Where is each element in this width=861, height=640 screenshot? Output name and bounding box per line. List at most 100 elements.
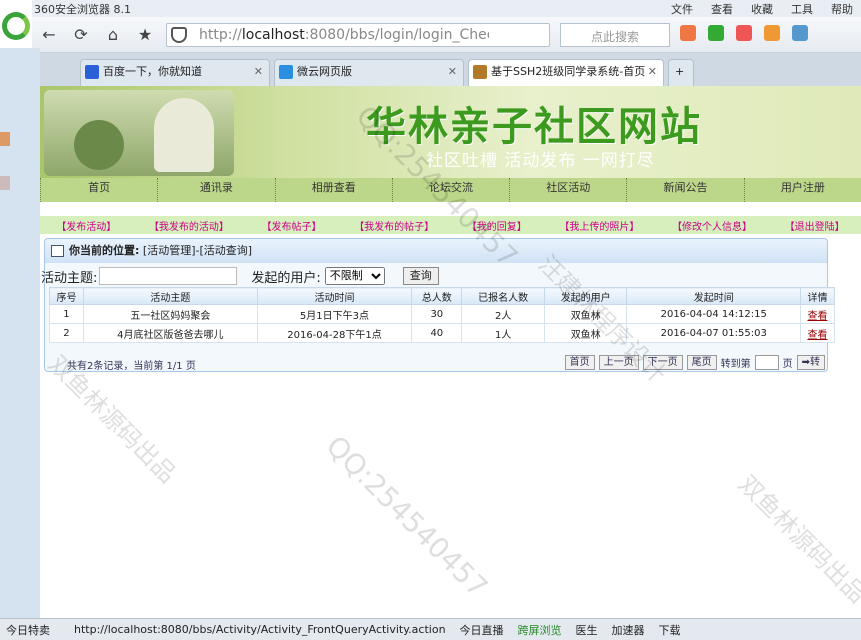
menu-contacts[interactable]: 通讯录	[157, 178, 274, 202]
table-cell: 查看	[799, 304, 836, 324]
column-header: 发起时间	[626, 287, 801, 305]
activity-query-panel: 你当前的位置: [活动管理]-[活动查询] 活动主题: 发起的用户: 不限制 查…	[41, 238, 836, 374]
link-my-threads[interactable]: 【我发布的帖子】	[354, 218, 434, 233]
sidebar-item[interactable]	[0, 176, 10, 190]
menu-view[interactable]: 查看	[711, 1, 733, 17]
tab-baidu[interactable]: 百度一下，你就知道 ✕	[80, 59, 270, 86]
table-cell: 双鱼林	[543, 304, 628, 324]
query-button[interactable]: 查询	[402, 267, 439, 285]
apps-icon[interactable]	[680, 25, 696, 41]
close-icon[interactable]: ✕	[448, 60, 457, 84]
user-label: 发起的用户:	[251, 270, 321, 286]
menu-activities[interactable]: 社区活动	[509, 178, 626, 202]
prev-page-button[interactable]: 上一页	[598, 355, 639, 370]
view-details-link[interactable]: 查看	[807, 311, 827, 322]
star-icon[interactable]: ★	[132, 23, 158, 47]
menu-help[interactable]: 帮助	[831, 1, 853, 17]
column-header: 详情	[799, 287, 836, 305]
status-cross-screen[interactable]: 跨屏浏览	[518, 622, 562, 638]
column-header: 活动时间	[256, 287, 413, 305]
home-icon[interactable]: ⌂	[100, 23, 126, 47]
status-deals[interactable]: 今日特卖	[6, 622, 50, 638]
page-info: 共有2条记录，当前第 1/1 页	[67, 361, 196, 372]
browser-logo-icon	[0, 0, 32, 48]
link-logout[interactable]: 【退出登陆】	[785, 218, 845, 233]
browser-title-bar: 360安全浏览器 8.1 文件 查看 收藏 工具 帮助	[0, 0, 861, 17]
table-cell: 查看	[799, 323, 836, 343]
topic-input[interactable]	[99, 267, 238, 285]
topic-label: 活动主题:	[41, 270, 98, 286]
close-icon[interactable]: ✕	[254, 60, 263, 84]
link-my-photos[interactable]: 【我上传的照片】	[559, 218, 639, 233]
table-cell: 1人	[461, 323, 545, 343]
link-edit-profile[interactable]: 【修改个人信息】	[672, 218, 752, 233]
back-icon[interactable]: ←	[36, 23, 62, 47]
tab-label: 基于SSH2班级同学录系统-首页	[491, 65, 646, 78]
browser-toolbar: ← ⟳ ⌂ ★ http://localhost:8080/bbs/login/…	[0, 17, 861, 53]
pagination: 共有2条记录，当前第 1/1 页 首页 上一页 下一页 尾页 转到第 页 ➡转	[59, 354, 829, 374]
table-cell: 40	[411, 323, 463, 343]
menu-home[interactable]: 首页	[40, 178, 157, 202]
table-body: 1 五一社区妈妈聚会 5月1日下午3点 30 2人 双鱼林 2016-04-04 14:12…	[49, 304, 836, 343]
status-accelerator[interactable]: 加速器	[612, 622, 645, 638]
tab-weiyun[interactable]: 微云网页版 ✕	[274, 59, 464, 86]
table-cell: 5月1日下午3点	[256, 304, 413, 324]
menu-favorites[interactable]: 收藏	[751, 1, 773, 17]
search-box[interactable]: 点此搜索	[560, 23, 670, 47]
goto-button[interactable]: ➡转	[796, 355, 825, 370]
pdf-icon[interactable]	[736, 25, 752, 41]
next-page-button[interactable]: 下一页	[642, 355, 683, 370]
site-banner: 华林亲子社区网站 社区吐槽 活动发布 一网打尽	[40, 86, 861, 178]
column-header: 活动主题	[82, 287, 258, 305]
table-cell: 4月底社区版爸爸去哪儿	[82, 323, 258, 343]
menu-albums[interactable]: 相册查看	[274, 178, 392, 202]
menu-file[interactable]: 文件	[671, 1, 693, 17]
menu-tools[interactable]: 工具	[791, 1, 813, 17]
table-cell: 30	[411, 304, 463, 324]
table-cell: 1	[49, 304, 84, 324]
security-icon[interactable]	[708, 25, 724, 41]
search-placeholder: 点此搜索	[591, 30, 640, 44]
menu-news[interactable]: 新闻公告	[626, 178, 743, 202]
page-number-input[interactable]	[754, 355, 779, 370]
table-cell: 双鱼林	[543, 323, 628, 343]
status-live[interactable]: 今日直播	[460, 622, 504, 638]
address-bar[interactable]: http://localhost:8080/bbs/login/login_Ch…	[166, 23, 550, 47]
tab-bar: 百度一下，你就知道 ✕ 微云网页版 ✕ 基于SSH2班级同学录系统-首页 ✕ +	[32, 53, 861, 86]
status-download[interactable]: 下载	[659, 622, 681, 638]
banner-illustration	[44, 90, 234, 176]
web-page: 华林亲子社区网站 社区吐槽 活动发布 一网打尽 首页 通讯录 相册查看 论坛交流…	[40, 86, 861, 618]
user-select[interactable]: 不限制	[324, 267, 385, 285]
status-doctor[interactable]: 医生	[576, 622, 598, 638]
new-tab-button[interactable]: +	[668, 59, 694, 86]
browser-title: 360安全浏览器 8.1	[34, 3, 131, 16]
column-header: 总人数	[411, 287, 463, 305]
extension-icon[interactable]	[792, 25, 808, 41]
site-slogan: 社区吐槽 活动发布 一网打尽	[426, 151, 655, 171]
menu-register[interactable]: 用户注册	[743, 178, 861, 202]
column-header: 发起的用户	[543, 287, 628, 305]
close-icon[interactable]: ✕	[648, 60, 657, 84]
link-post-activity[interactable]: 【发布活动】	[56, 218, 116, 233]
window-icon	[51, 245, 64, 257]
table-cell: 2016-04-28下午1点	[256, 323, 413, 343]
table-cell: 五一社区妈妈聚会	[82, 304, 258, 324]
menu-forum[interactable]: 论坛交流	[391, 178, 509, 202]
page-icon	[473, 65, 487, 79]
first-page-button[interactable]: 首页	[564, 355, 595, 370]
table-cell: 2人	[461, 304, 545, 324]
tab-active-site[interactable]: 基于SSH2班级同学录系统-首页 ✕	[468, 59, 664, 86]
last-page-button[interactable]: 尾页	[686, 355, 717, 370]
link-my-replies[interactable]: 【我的回复】	[467, 218, 527, 233]
table-cell: 2	[49, 323, 84, 343]
view-details-link[interactable]: 查看	[807, 330, 827, 341]
refresh-icon[interactable]: ⟳	[68, 23, 94, 47]
sidebar-item[interactable]	[0, 132, 10, 146]
link-post-thread[interactable]: 【发布帖子】	[262, 218, 322, 233]
tab-label: 百度一下，你就知道	[103, 65, 202, 78]
link-my-activities[interactable]: 【我发布的活动】	[149, 218, 229, 233]
address-url: http://localhost:8080/bbs/login/login_Ch…	[199, 27, 489, 43]
site-main-menu: 首页 通讯录 相册查看 论坛交流 社区活动 新闻公告 用户注册	[40, 178, 861, 202]
bookmark-icon[interactable]	[764, 25, 780, 41]
browser-status-bar: 今日特卖 http://localhost:8080/bbs/Activity/…	[0, 618, 861, 640]
